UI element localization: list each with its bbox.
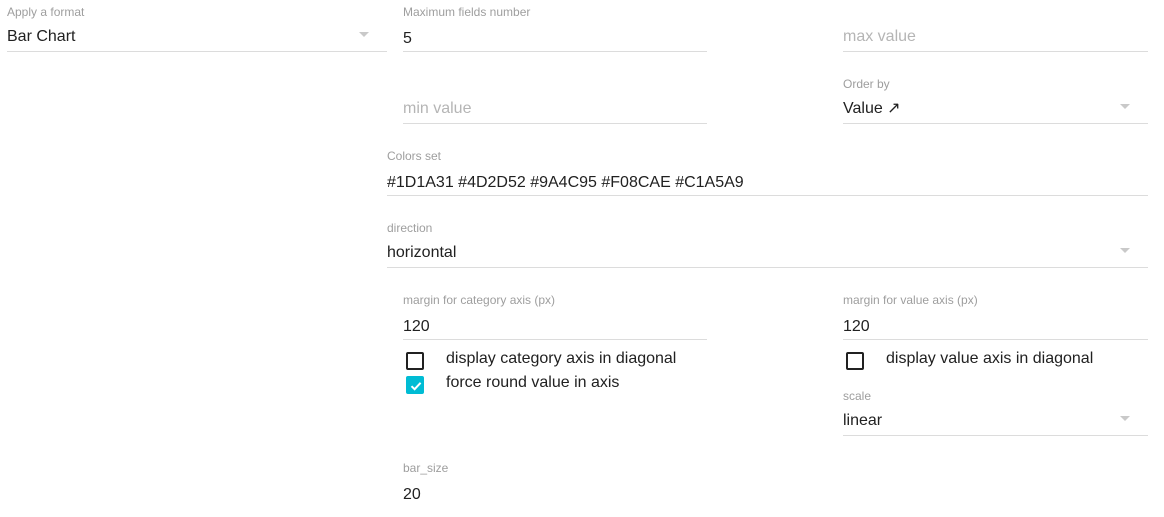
chevron-down-icon	[1120, 104, 1130, 109]
colors-set-label: Colors set	[387, 149, 442, 163]
order-by-value: Value ↗	[843, 100, 901, 117]
max-value-placeholder: max value	[843, 28, 916, 45]
diag-category-checkbox-row[interactable]: display category axis in diagonal	[406, 349, 706, 373]
force-round-checkbox[interactable]	[406, 376, 424, 394]
format-label: Apply a format	[7, 5, 85, 19]
force-round-checkbox-row[interactable]: force round value in axis	[406, 373, 706, 397]
diag-value-checkbox-row[interactable]: display value axis in diagonal	[846, 349, 1146, 373]
format-underline	[7, 51, 387, 52]
chevron-down-icon	[359, 32, 369, 37]
bar-size-input[interactable]: bar_size 20	[403, 461, 707, 509]
margin-value-underline	[843, 339, 1148, 340]
chevron-down-icon	[1120, 248, 1130, 253]
max-value-underline	[843, 51, 1148, 52]
order-by-underline	[843, 123, 1148, 124]
direction-select[interactable]: direction horizontal	[387, 221, 1148, 269]
min-value-input[interactable]: min value	[403, 77, 707, 125]
scale-underline	[843, 435, 1148, 436]
min-value-underline	[403, 123, 707, 124]
diag-category-label: display category axis in diagonal	[446, 350, 677, 367]
bar-size-label: bar_size	[403, 461, 449, 475]
check-icon	[410, 382, 422, 391]
direction-underline	[387, 267, 1148, 268]
max-fields-underline	[403, 51, 707, 52]
chevron-down-icon	[1120, 416, 1130, 421]
margin-value-value: 120	[843, 318, 870, 335]
format-select[interactable]: Apply a format Bar Chart	[7, 5, 387, 53]
scale-value: linear	[843, 412, 883, 429]
format-value: Bar Chart	[7, 28, 76, 45]
colors-set-value: #1D1A31 #4D2D52 #9A4C95 #F08CAE #C1A5A9	[387, 174, 744, 191]
margin-category-value: 120	[403, 318, 430, 335]
bar-size-value: 20	[403, 486, 421, 503]
scale-label: scale	[843, 389, 872, 403]
diag-category-checkbox[interactable]	[406, 352, 424, 370]
margin-value-label: margin for value axis (px)	[843, 293, 978, 307]
max-fields-input[interactable]: Maximum fields number 5	[403, 5, 707, 53]
order-by-label: Order by	[843, 77, 890, 91]
margin-value-input[interactable]: margin for value axis (px) 120	[843, 293, 1148, 341]
max-fields-label: Maximum fields number	[403, 5, 531, 19]
scale-select[interactable]: scale linear	[843, 389, 1148, 437]
margin-category-underline	[403, 339, 707, 340]
max-fields-value: 5	[403, 30, 412, 47]
force-round-label: force round value in axis	[446, 374, 620, 391]
direction-value: horizontal	[387, 244, 457, 261]
order-by-select[interactable]: Order by Value ↗	[843, 77, 1148, 125]
margin-category-label: margin for category axis (px)	[403, 293, 556, 307]
min-value-placeholder: min value	[403, 100, 472, 117]
diag-value-label: display value axis in diagonal	[886, 350, 1094, 367]
direction-label: direction	[387, 221, 433, 235]
margin-category-input[interactable]: margin for category axis (px) 120	[403, 293, 707, 341]
colors-set-input[interactable]: Colors set #1D1A31 #4D2D52 #9A4C95 #F08C…	[387, 149, 1148, 197]
colors-set-underline	[387, 195, 1148, 196]
max-value-input[interactable]: max value	[843, 5, 1148, 53]
diag-value-checkbox[interactable]	[846, 352, 864, 370]
